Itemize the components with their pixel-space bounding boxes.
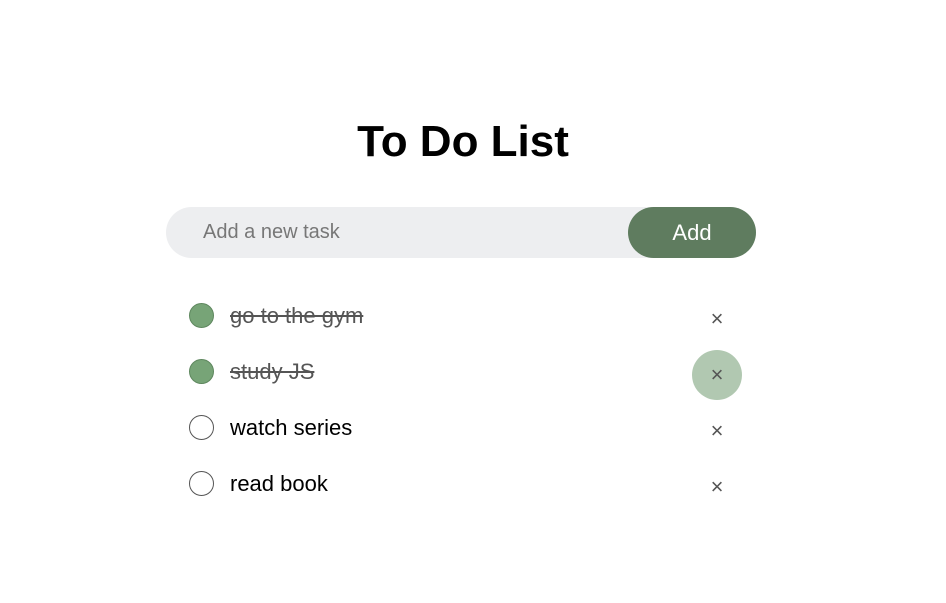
task-input[interactable]: [166, 207, 626, 258]
page-title: To Do List: [357, 117, 569, 166]
task-input-row: Add: [166, 207, 756, 258]
close-icon[interactable]: ×: [692, 350, 742, 400]
list-item[interactable]: watch series ×: [166, 402, 756, 458]
unchecked-circle-icon[interactable]: [189, 471, 214, 496]
task-text: read book: [230, 471, 328, 496]
checked-circle-icon[interactable]: [189, 359, 214, 384]
task-text: watch series: [230, 415, 353, 440]
list-item[interactable]: study JS ×: [166, 346, 756, 402]
task-text: go to the gym: [230, 303, 364, 328]
add-button[interactable]: Add: [628, 207, 756, 258]
list-item[interactable]: read book ×: [166, 458, 756, 514]
task-list: go to the gym × study JS × watch series …: [166, 290, 756, 514]
close-icon[interactable]: ×: [692, 406, 742, 456]
todo-app: To Do List Add go to the gym × study JS …: [0, 0, 946, 603]
unchecked-circle-icon[interactable]: [189, 415, 214, 440]
close-icon[interactable]: ×: [692, 294, 742, 344]
list-item[interactable]: go to the gym ×: [166, 290, 756, 346]
task-text: study JS: [230, 359, 315, 384]
checked-circle-icon[interactable]: [189, 303, 214, 328]
close-icon[interactable]: ×: [692, 462, 742, 512]
